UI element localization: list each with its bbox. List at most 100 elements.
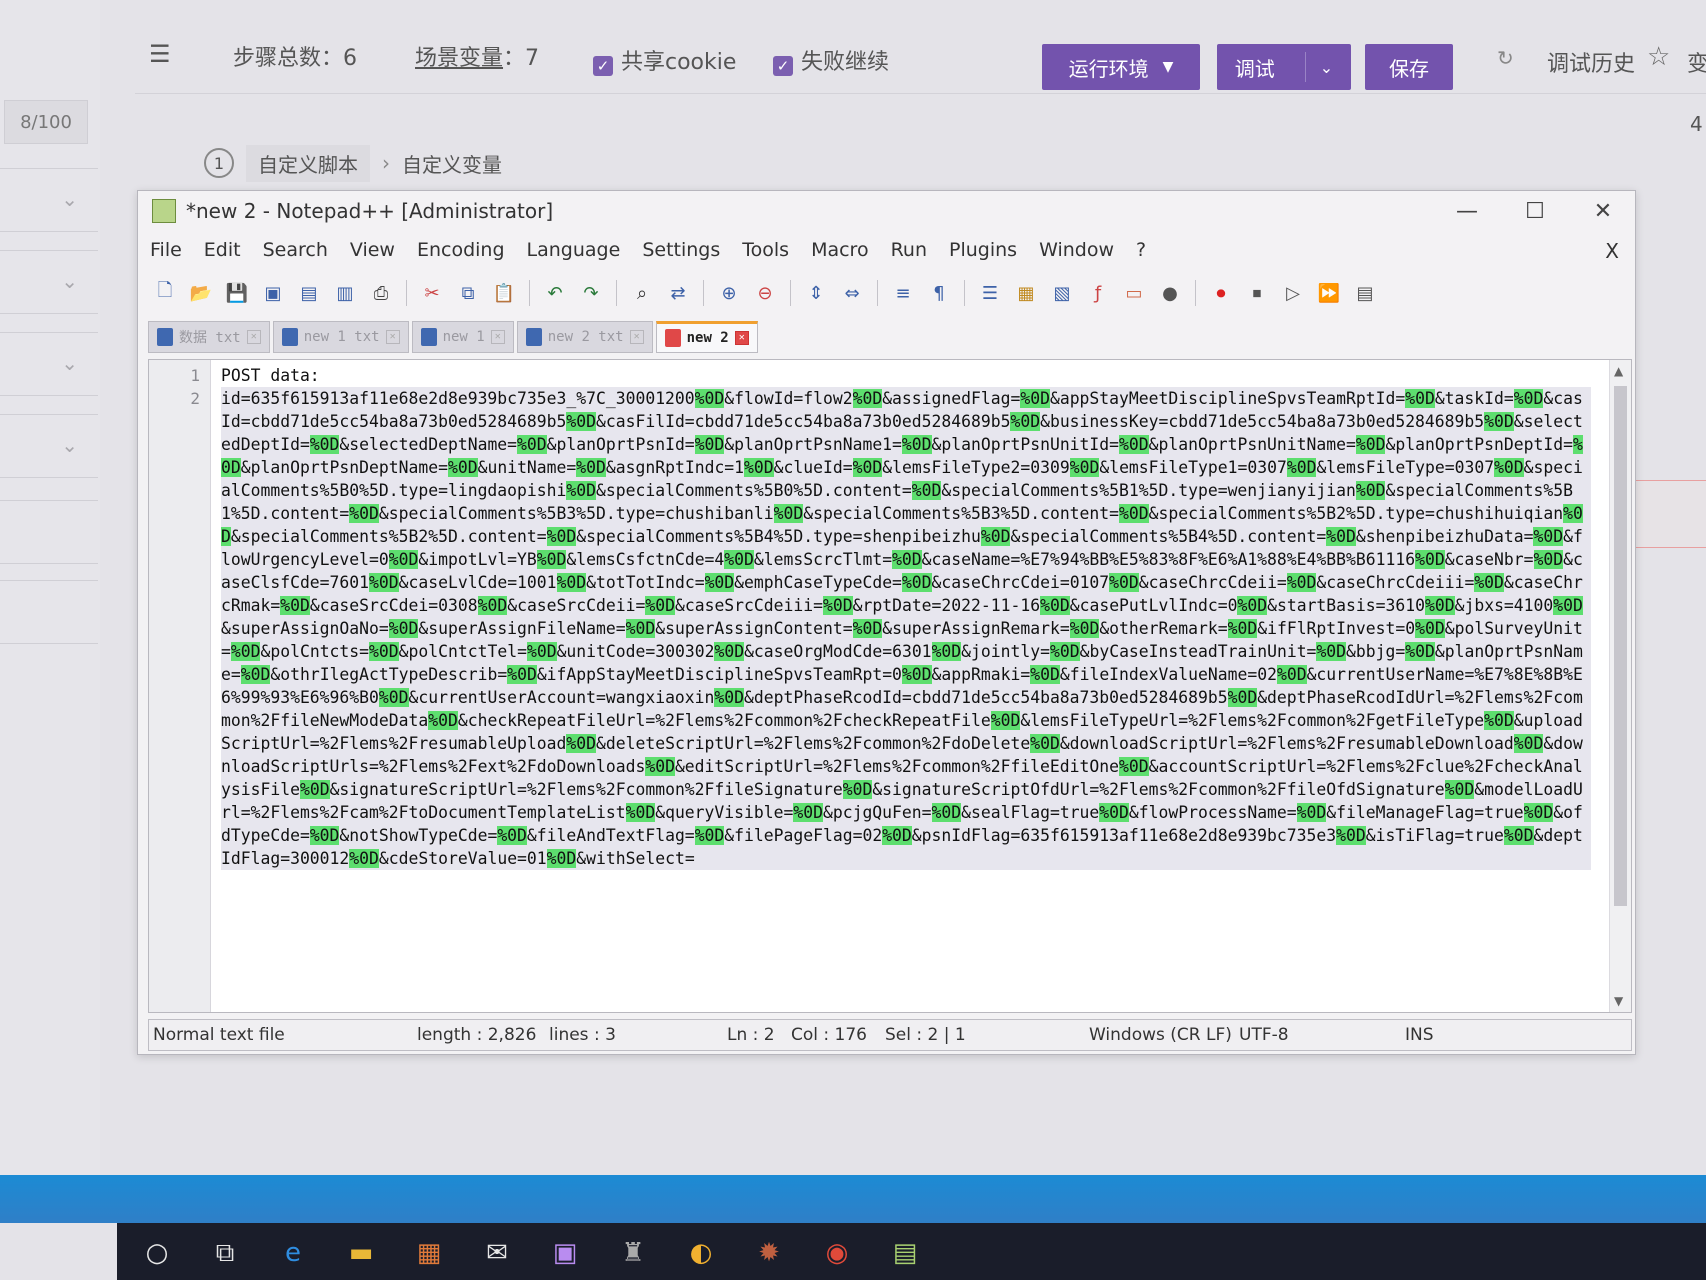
- sidebar-row[interactable]: [0, 580, 98, 644]
- record-macro-icon[interactable]: ⏺: [1206, 279, 1236, 307]
- run-macro-multiple-icon[interactable]: ⏩: [1314, 279, 1344, 307]
- tab-document[interactable]: new 2 txt ✕: [516, 321, 653, 353]
- scrollbar-thumb[interactable]: [1614, 386, 1627, 906]
- fail-continue-checkbox[interactable]: ✓ 失败继续: [773, 44, 889, 76]
- doc-map-icon[interactable]: ▦: [1011, 279, 1041, 307]
- close-icon[interactable]: ✕: [490, 330, 505, 344]
- sync-horizontal-icon[interactable]: ⇔: [837, 279, 867, 307]
- print-icon[interactable]: ⎙: [366, 279, 396, 307]
- tab-custom-script[interactable]: 自定义脚本: [246, 144, 370, 182]
- paste-icon[interactable]: 📋: [489, 279, 519, 307]
- menu-view[interactable]: View: [350, 239, 395, 267]
- store-icon[interactable]: ▦: [409, 1233, 449, 1273]
- chrome-icon[interactable]: ◉: [817, 1233, 857, 1273]
- run-env-button[interactable]: 运行环境 ▼: [1042, 44, 1200, 90]
- save-button[interactable]: 保存: [1365, 44, 1453, 90]
- open-file-icon[interactable]: 📂: [186, 279, 216, 307]
- stop-macro-icon[interactable]: ⏹: [1242, 279, 1272, 307]
- menu-encoding[interactable]: Encoding: [417, 239, 505, 267]
- cut-icon[interactable]: ✂: [417, 279, 447, 307]
- close-icon[interactable]: ✕: [734, 331, 749, 345]
- close-icon[interactable]: ✕: [246, 330, 261, 344]
- editor-content[interactable]: POST data: id=635f615913af11e68e2d8e939b…: [221, 364, 1591, 870]
- app-icon-3[interactable]: ◐: [681, 1233, 721, 1273]
- folder-workspace-icon[interactable]: ▭: [1119, 279, 1149, 307]
- file-explorer-icon[interactable]: ▬: [341, 1233, 381, 1273]
- zoom-out-icon[interactable]: ⊖: [750, 279, 780, 307]
- tab-document[interactable]: 数据 txt ✕: [148, 321, 270, 353]
- cortana-icon[interactable]: ○: [137, 1233, 177, 1273]
- function-list-icon[interactable]: ƒ: [1083, 279, 1113, 307]
- edge-icon[interactable]: e: [273, 1233, 313, 1273]
- sidebar-row[interactable]: ⌄: [0, 168, 98, 232]
- redo-icon[interactable]: ↷: [576, 279, 606, 307]
- indent-guide-icon[interactable]: ☰: [975, 279, 1005, 307]
- menu-language[interactable]: Language: [527, 239, 621, 267]
- window-titlebar[interactable]: *new 2 - Notepad++ [Administrator] — ☐ ✕: [138, 191, 1635, 231]
- menu-help[interactable]: ?: [1136, 239, 1146, 267]
- find-icon[interactable]: ⌕: [627, 279, 657, 307]
- close-icon[interactable]: ✕: [1571, 193, 1635, 229]
- menu-search[interactable]: Search: [263, 239, 328, 267]
- chevron-down-icon[interactable]: ⌄: [61, 269, 78, 293]
- mail-icon[interactable]: ✉: [477, 1233, 517, 1273]
- app-icon[interactable]: ▣: [545, 1233, 585, 1273]
- save-macro-icon[interactable]: ▤: [1350, 279, 1380, 307]
- close-file-icon[interactable]: ▤: [294, 279, 324, 307]
- maximize-icon[interactable]: ☐: [1503, 193, 1567, 229]
- menu-run[interactable]: Run: [891, 239, 927, 267]
- check-icon[interactable]: ✓: [593, 56, 613, 76]
- sidebar-row[interactable]: ⌄: [0, 414, 98, 478]
- show-all-chars-icon[interactable]: ¶: [924, 279, 954, 307]
- vertical-scrollbar[interactable]: ▲ ▼: [1609, 360, 1631, 1012]
- chevron-down-icon[interactable]: ⌄: [1320, 58, 1333, 77]
- close-icon[interactable]: ✕: [629, 330, 644, 344]
- sidebar-row[interactable]: ⌄: [0, 250, 98, 314]
- menu-settings[interactable]: Settings: [642, 239, 720, 267]
- menu-plugins[interactable]: Plugins: [949, 239, 1017, 267]
- word-wrap-icon[interactable]: ≡: [888, 279, 918, 307]
- app-icon-4[interactable]: ✹: [749, 1233, 789, 1273]
- menu-macro[interactable]: Macro: [811, 239, 869, 267]
- minimize-icon[interactable]: —: [1435, 193, 1499, 229]
- new-file-icon[interactable]: 🗋: [150, 279, 180, 307]
- chevron-down-icon[interactable]: ⌄: [61, 351, 78, 375]
- doc-list-icon[interactable]: ▧: [1047, 279, 1077, 307]
- save-all-icon[interactable]: ▣: [258, 279, 288, 307]
- sidebar-row[interactable]: [0, 500, 98, 564]
- scroll-down-icon[interactable]: ▼: [1614, 994, 1623, 1008]
- text-editor[interactable]: 1 2 POST data: id=635f615913af11e68e2d8e…: [148, 359, 1632, 1013]
- tab-document[interactable]: new 1 txt ✕: [272, 321, 409, 353]
- task-view-icon[interactable]: ⧉: [205, 1233, 245, 1273]
- close-icon[interactable]: ✕: [385, 330, 400, 344]
- hamburger-menu-icon[interactable]: ☰: [149, 40, 171, 68]
- scroll-up-icon[interactable]: ▲: [1614, 364, 1623, 378]
- save-icon[interactable]: 💾: [222, 279, 252, 307]
- app-icon-2[interactable]: ♜: [613, 1233, 653, 1273]
- tab-custom-variables[interactable]: 自定义变量: [402, 149, 502, 178]
- menu-tools[interactable]: Tools: [742, 239, 789, 267]
- notepadpp-icon[interactable]: ▤: [885, 1233, 925, 1273]
- zoom-in-icon[interactable]: ⊕: [714, 279, 744, 307]
- debug-history-link[interactable]: 调试历史: [1547, 46, 1635, 78]
- close-all-icon[interactable]: ▥: [330, 279, 360, 307]
- tab-document-active[interactable]: new 2 ✕: [655, 321, 758, 353]
- chevron-down-icon[interactable]: ⌄: [61, 187, 78, 211]
- menu-file[interactable]: File: [150, 239, 182, 267]
- menu-window[interactable]: Window: [1039, 239, 1114, 267]
- sync-vertical-icon[interactable]: ⇕: [801, 279, 831, 307]
- tab-document[interactable]: new 1 ✕: [411, 321, 514, 353]
- share-cookie-checkbox[interactable]: ✓ 共享cookie: [593, 44, 736, 76]
- star-icon[interactable]: ☆: [1647, 42, 1670, 72]
- menu-edit[interactable]: Edit: [204, 239, 241, 267]
- chevron-down-icon[interactable]: ⌄: [61, 433, 78, 457]
- debug-button[interactable]: 调试 ⌄: [1217, 44, 1351, 90]
- monitor-icon[interactable]: ●: [1155, 279, 1185, 307]
- undo-icon[interactable]: ↶: [540, 279, 570, 307]
- sidebar-row[interactable]: ⌄: [0, 332, 98, 396]
- play-macro-icon[interactable]: ▷: [1278, 279, 1308, 307]
- scene-vars-link[interactable]: 场景变量: [415, 46, 503, 71]
- close-document-icon[interactable]: X: [1605, 239, 1619, 263]
- copy-icon[interactable]: ⧉: [453, 279, 483, 307]
- refresh-icon[interactable]: ↻: [1497, 46, 1514, 70]
